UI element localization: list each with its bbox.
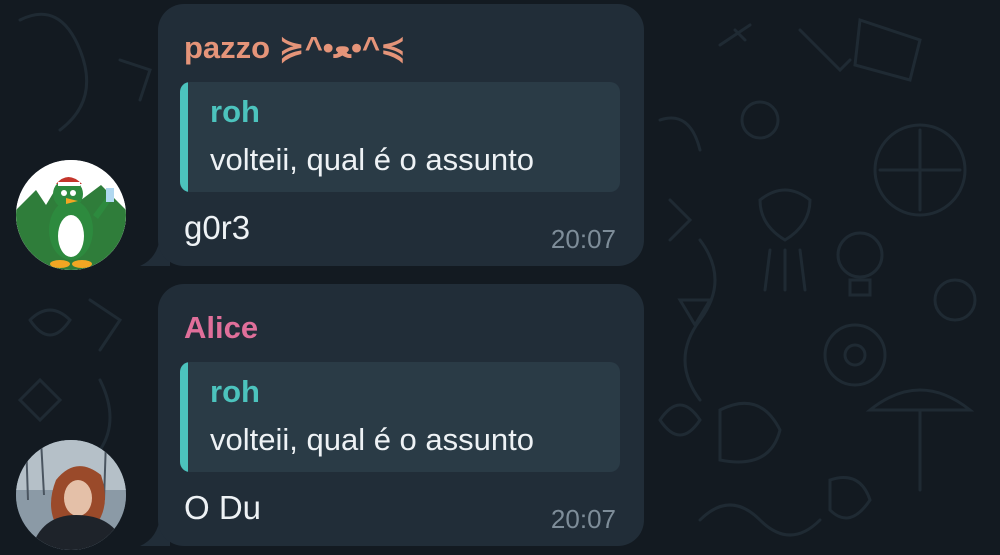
penguin-avatar[interactable] xyxy=(16,160,126,270)
message-time: 20:07 xyxy=(550,504,616,534)
profile-photo-icon xyxy=(16,440,126,550)
reply-text: volteii, qual é o assunto xyxy=(210,422,534,457)
message-time: 20:07 xyxy=(550,224,616,254)
reply-sender: roh xyxy=(210,94,260,129)
message-text: O Du xyxy=(184,489,262,526)
reply-quote[interactable]: roh volteii, qual é o assunto xyxy=(180,362,620,472)
message-bubble[interactable]: Alice roh volteii, qual é o assunto O Du… xyxy=(158,284,644,546)
sender-name[interactable]: Alice xyxy=(184,310,258,346)
reply-accent-bar xyxy=(180,362,188,472)
message-text: g0r3 xyxy=(184,209,251,246)
reply-sender: roh xyxy=(210,374,260,409)
reply-text: volteii, qual é o assunto xyxy=(210,142,534,177)
penguin-icon xyxy=(16,160,126,270)
photo-avatar[interactable] xyxy=(16,440,126,550)
reply-quote[interactable]: roh volteii, qual é o assunto xyxy=(180,82,620,192)
sender-name[interactable]: pazzo ≽^•ﻌ•^≼ xyxy=(184,30,406,66)
reply-accent-bar xyxy=(180,82,188,192)
message-bubble[interactable]: pazzo ≽^•ﻌ•^≼ roh volteii, qual é o assu… xyxy=(158,4,644,266)
